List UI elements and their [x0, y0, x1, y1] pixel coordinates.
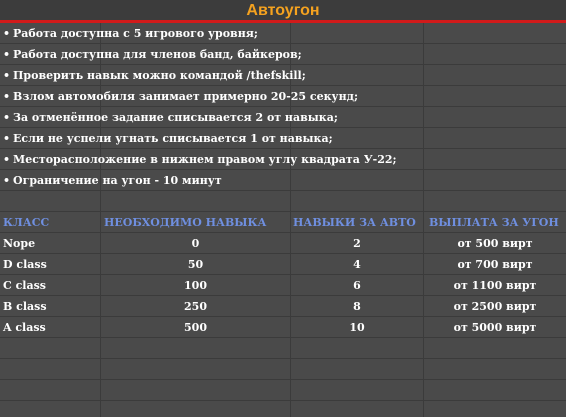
- cell-class: C class: [3, 279, 46, 292]
- rule-text: Работа доступна для членов банд, байкеро…: [13, 48, 302, 61]
- table-header-row: КЛАСС НЕОБХОДИМО НАВЫКА НАВЫКИ ЗА АВТО В…: [0, 212, 566, 233]
- table-row: C class 100 6 от 1100 вирт: [0, 275, 566, 296]
- cell-class: Nope: [3, 237, 36, 250]
- rule-item: • Проверить навык можно командой /thefski…: [0, 65, 566, 86]
- bullet-icon: •: [3, 111, 11, 124]
- column-header-payout: ВЫПЛАТА ЗА УГОН: [429, 216, 559, 229]
- bullet-icon: •: [3, 174, 11, 187]
- bullet-icon: •: [3, 48, 11, 61]
- cell-class: A class: [3, 321, 46, 334]
- cell-class: D class: [3, 258, 47, 271]
- cell-required-skill: 0: [191, 237, 200, 250]
- rule-text: Проверить навык можно командой /thefskil…: [13, 69, 306, 82]
- column-header-required-skill: НЕОБХОДИМО НАВЫКА: [104, 216, 267, 229]
- bullet-icon: •: [3, 27, 11, 40]
- rule-item: • Если не успели угнать списывается 1 от …: [0, 128, 566, 149]
- rule-text: Ограничение на угон - 10 минут: [13, 174, 222, 187]
- rule-text: Если не успели угнать списывается 1 от н…: [13, 132, 333, 145]
- cell-payout: от 500 вирт: [457, 237, 533, 250]
- page-header: Автоугон: [0, 0, 566, 23]
- column-header-skill-per-car: НАВЫКИ ЗА АВТО: [293, 216, 416, 229]
- cell-payout: от 700 вирт: [457, 258, 533, 271]
- rule-text: За отменённое задание списывается 2 от н…: [13, 111, 338, 124]
- rule-item: • Ограничение на угон - 10 минут: [0, 170, 566, 191]
- column-header-class: КЛАСС: [3, 216, 50, 229]
- page-title: Автоугон: [246, 2, 320, 19]
- rule-item: • За отменённое задание списывается 2 от …: [0, 107, 566, 128]
- table-row: B class 250 8 от 2500 вирт: [0, 296, 566, 317]
- cell-skill-per-car: 4: [353, 258, 361, 271]
- table-row: A class 500 10 от 5000 вирт: [0, 317, 566, 338]
- rule-item: • Взлом автомобиля занимает примерно 20-2…: [0, 86, 566, 107]
- rules-list: • Работа доступна с 5 игрового уровня; • Р…: [0, 23, 566, 191]
- cell-skill-per-car: 6: [353, 279, 361, 292]
- bullet-icon: •: [3, 90, 11, 103]
- cell-required-skill: 500: [184, 321, 207, 334]
- rule-text: Работа доступна с 5 игрового уровня;: [13, 27, 258, 40]
- cell-required-skill: 100: [184, 279, 207, 292]
- bullet-icon: •: [3, 132, 11, 145]
- rule-item: • Месторасположение в нижнем правом углу …: [0, 149, 566, 170]
- cell-class: B class: [3, 300, 47, 313]
- table-row: D class 50 4 от 700 вирт: [0, 254, 566, 275]
- cell-payout: от 5000 вирт: [453, 321, 537, 334]
- bullet-icon: •: [3, 69, 11, 82]
- rule-item: • Работа доступна с 5 игрового уровня;: [0, 23, 566, 44]
- cell-payout: от 2500 вирт: [453, 300, 537, 313]
- cell-skill-per-car: 2: [353, 237, 361, 250]
- cell-payout: от 1100 вирт: [453, 279, 537, 292]
- rule-text: Взлом автомобиля занимает примерно 20-25…: [13, 90, 359, 103]
- rule-item: • Работа доступна для членов банд, байкер…: [0, 44, 566, 65]
- cell-required-skill: 50: [187, 258, 204, 271]
- cell-skill-per-car: 8: [353, 300, 361, 313]
- bullet-icon: •: [3, 153, 11, 166]
- cell-required-skill: 250: [184, 300, 207, 313]
- rule-text: Месторасположение в нижнем правом углу к…: [13, 153, 397, 166]
- cell-skill-per-car: 10: [349, 321, 365, 334]
- table-row: Nope 0 2 от 500 вирт: [0, 233, 566, 254]
- class-table: КЛАСС НЕОБХОДИМО НАВЫКА НАВЫКИ ЗА АВТО В…: [0, 212, 566, 338]
